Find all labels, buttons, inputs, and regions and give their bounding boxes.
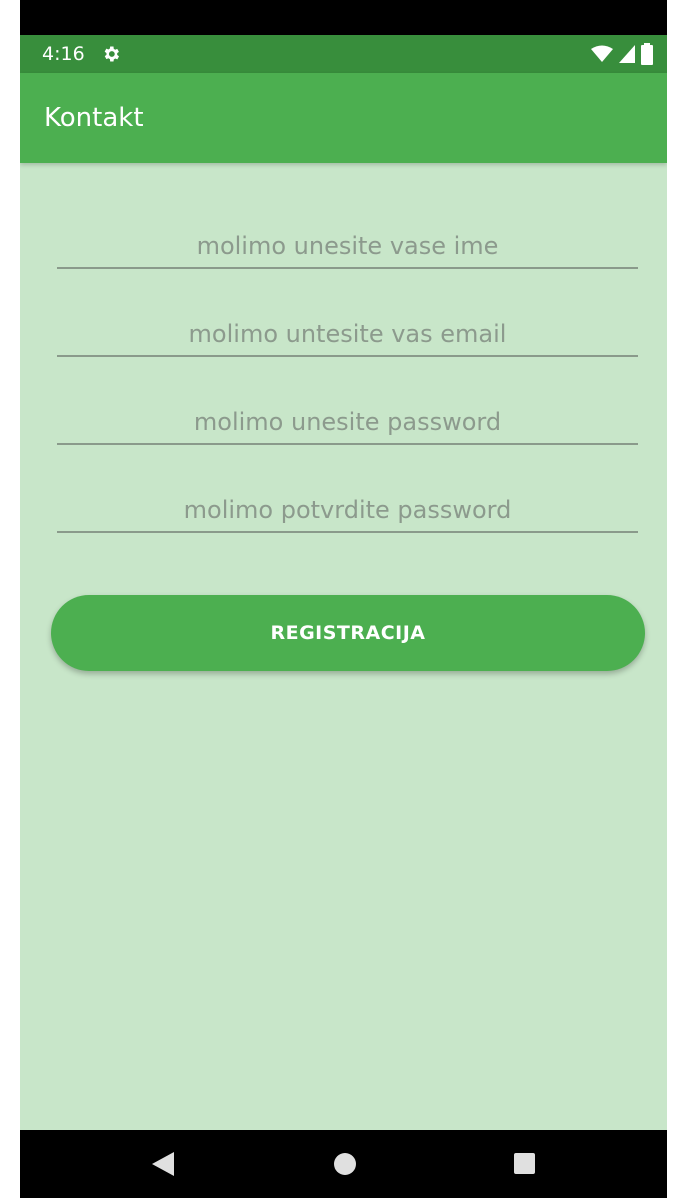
- home-icon[interactable]: [334, 1153, 356, 1175]
- password-field[interactable]: [57, 395, 638, 445]
- wifi-icon: [591, 45, 613, 62]
- email-field[interactable]: [57, 307, 638, 357]
- name-field[interactable]: [57, 219, 638, 269]
- settings-gear-icon: [104, 46, 119, 62]
- status-time: 4:16: [42, 43, 85, 65]
- top-bezel: [20, 0, 667, 35]
- status-icons: [591, 43, 653, 65]
- recents-icon[interactable]: [514, 1153, 535, 1174]
- register-button[interactable]: REGISTRACIJA: [51, 595, 645, 671]
- phone-frame: 4:16 Kontakt molimo unesite vase ime mol…: [0, 0, 682, 1198]
- battery-icon: [641, 43, 653, 65]
- confirm-password-field[interactable]: [57, 483, 638, 533]
- app-screen: 4:16 Kontakt molimo unesite vase ime mol…: [20, 35, 667, 1130]
- app-bar: Kontakt: [20, 73, 667, 163]
- back-icon[interactable]: [152, 1152, 174, 1176]
- signal-icon: [619, 45, 635, 63]
- email-input[interactable]: [57, 307, 638, 355]
- confirm-password-input[interactable]: [57, 483, 638, 531]
- navigation-bar: [20, 1130, 667, 1198]
- name-input[interactable]: [57, 219, 638, 267]
- page-title: Kontakt: [44, 103, 144, 133]
- status-bar: 4:16: [20, 35, 667, 73]
- password-input[interactable]: [57, 395, 638, 443]
